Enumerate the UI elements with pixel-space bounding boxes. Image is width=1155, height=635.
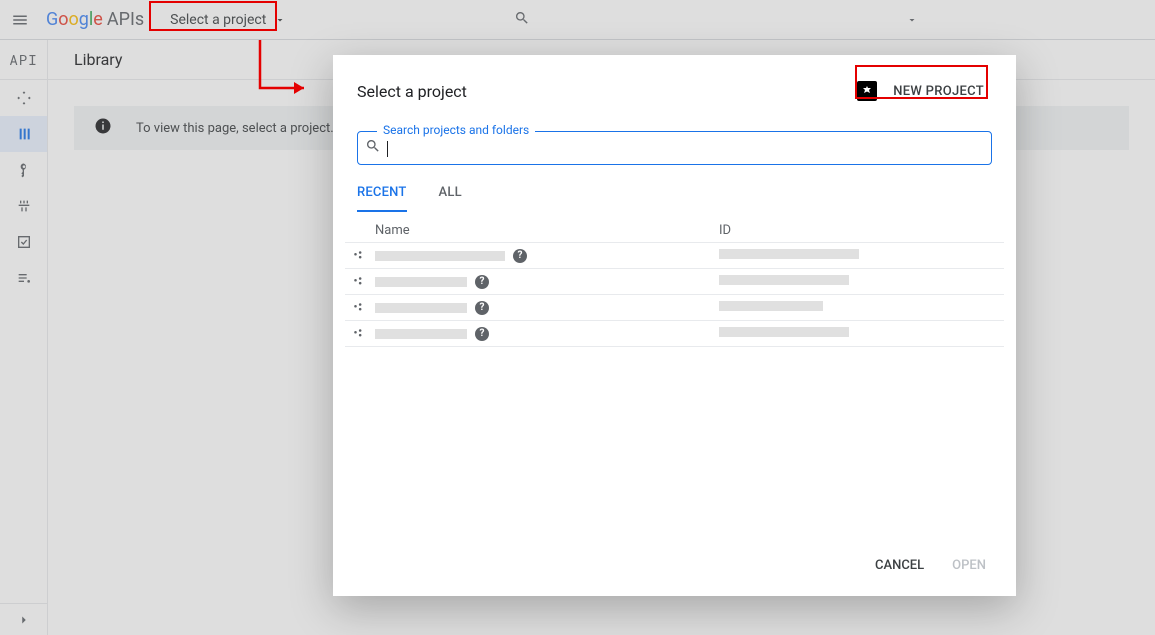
project-tabs: RECENT ALL bbox=[357, 185, 992, 213]
search-label: Search projects and folders bbox=[377, 123, 535, 137]
dialog-footer: CANCEL OPEN bbox=[333, 534, 1016, 596]
new-project-icon bbox=[857, 81, 877, 101]
help-icon[interactable]: ? bbox=[475, 301, 489, 315]
project-list: Name ID ???? bbox=[345, 219, 1004, 347]
project-name-cell: ? bbox=[373, 275, 719, 289]
project-row[interactable]: ? bbox=[345, 243, 1004, 269]
new-project-label: NEW PROJECT bbox=[893, 84, 984, 99]
search-icon bbox=[365, 138, 381, 158]
project-id-cell bbox=[719, 248, 1004, 263]
project-row[interactable]: ? bbox=[345, 295, 1004, 321]
project-name-cell: ? bbox=[373, 301, 719, 315]
new-project-button[interactable]: NEW PROJECT bbox=[849, 77, 992, 105]
col-name: Name bbox=[373, 223, 719, 238]
project-icon bbox=[345, 275, 373, 289]
project-name-cell: ? bbox=[373, 327, 719, 341]
col-id: ID bbox=[719, 223, 1004, 238]
dialog-title: Select a project bbox=[357, 82, 467, 101]
project-name-cell: ? bbox=[373, 249, 719, 263]
text-caret bbox=[387, 141, 388, 157]
project-icon bbox=[345, 249, 373, 263]
project-icon bbox=[345, 327, 373, 341]
annotation-arrow bbox=[248, 38, 318, 98]
project-id-cell bbox=[719, 326, 1004, 341]
search-projects-field[interactable]: Search projects and folders bbox=[357, 131, 992, 165]
list-header: Name ID bbox=[345, 219, 1004, 243]
project-row[interactable]: ? bbox=[345, 269, 1004, 295]
project-row[interactable]: ? bbox=[345, 321, 1004, 347]
select-project-dialog: Select a project NEW PROJECT Search proj… bbox=[333, 55, 1016, 596]
project-id-cell bbox=[719, 274, 1004, 289]
cancel-button[interactable]: CANCEL bbox=[875, 558, 924, 573]
help-icon[interactable]: ? bbox=[475, 327, 489, 341]
tab-all[interactable]: ALL bbox=[439, 185, 462, 212]
project-id-cell bbox=[719, 300, 1004, 315]
open-button[interactable]: OPEN bbox=[952, 558, 986, 573]
help-icon[interactable]: ? bbox=[513, 249, 527, 263]
help-icon[interactable]: ? bbox=[475, 275, 489, 289]
tab-recent[interactable]: RECENT bbox=[357, 185, 407, 212]
project-icon bbox=[345, 301, 373, 315]
